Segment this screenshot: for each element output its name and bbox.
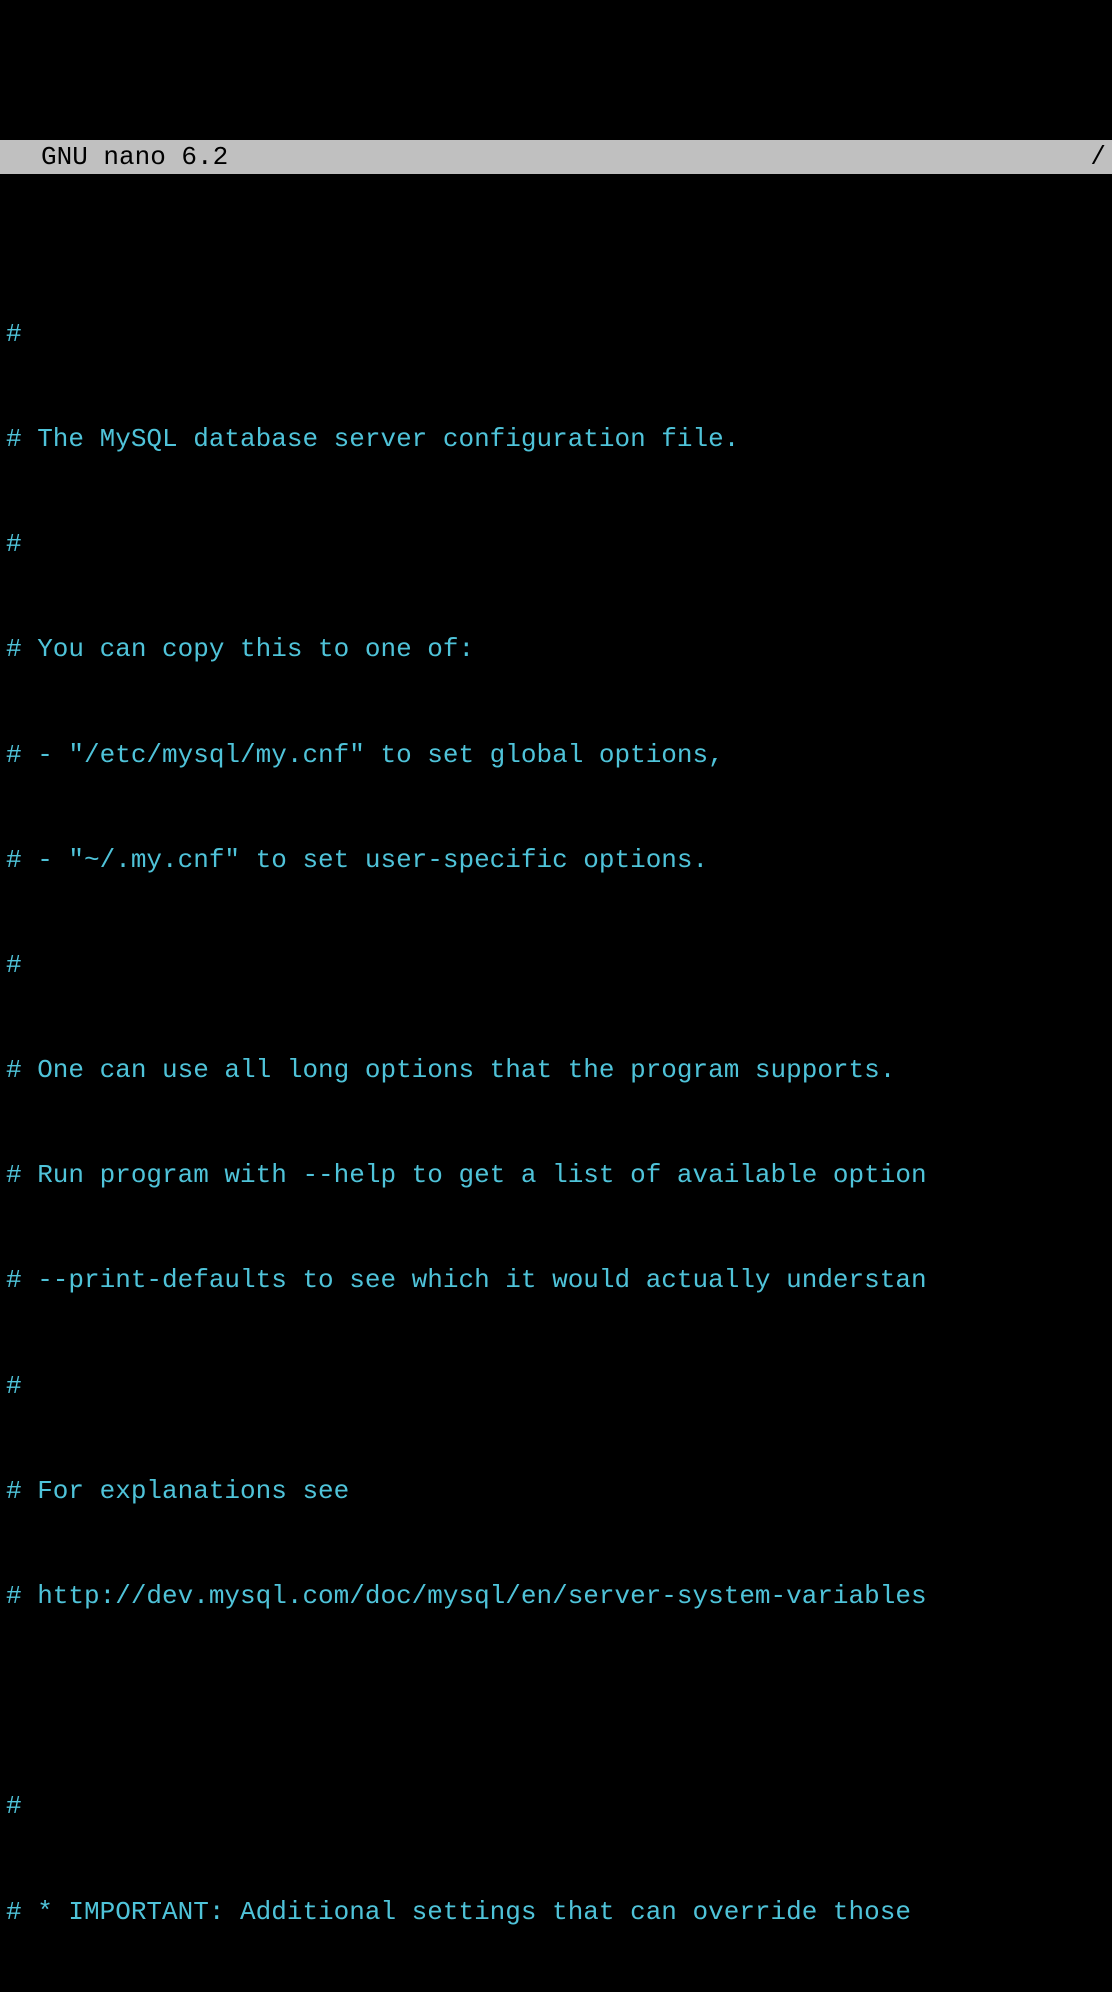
nano-titlebar: GNU nano 6.2 / — [0, 140, 1112, 174]
comment-line: # For explanations see — [6, 1474, 1106, 1509]
comment-line: # The MySQL database server configuratio… — [6, 422, 1106, 457]
comment-line: # - "/etc/mysql/my.cnf" to set global op… — [6, 738, 1106, 773]
file-path-indicator: / — [1090, 140, 1106, 174]
comment-line: # --print-defaults to see which it would… — [6, 1263, 1106, 1298]
blank-line — [6, 1684, 1106, 1719]
comment-line: # http://dev.mysql.com/doc/mysql/en/serv… — [6, 1579, 1106, 1614]
comment-line: # You can copy this to one of: — [6, 632, 1106, 667]
comment-line: # Run program with --help to get a list … — [6, 1158, 1106, 1193]
comment-line: # — [6, 527, 1106, 562]
comment-line: # * IMPORTANT: Additional settings that … — [6, 1895, 1106, 1930]
comment-line: # One can use all long options that the … — [6, 1053, 1106, 1088]
comment-line: # - "~/.my.cnf" to set user-specific opt… — [6, 843, 1106, 878]
comment-line: # — [6, 1789, 1106, 1824]
comment-line: # — [6, 1369, 1106, 1404]
comment-line: # — [6, 317, 1106, 352]
app-name: GNU nano 6.2 — [6, 140, 228, 174]
comment-line: # — [6, 948, 1106, 983]
editor-content[interactable]: # # The MySQL database server configurat… — [0, 245, 1112, 1992]
